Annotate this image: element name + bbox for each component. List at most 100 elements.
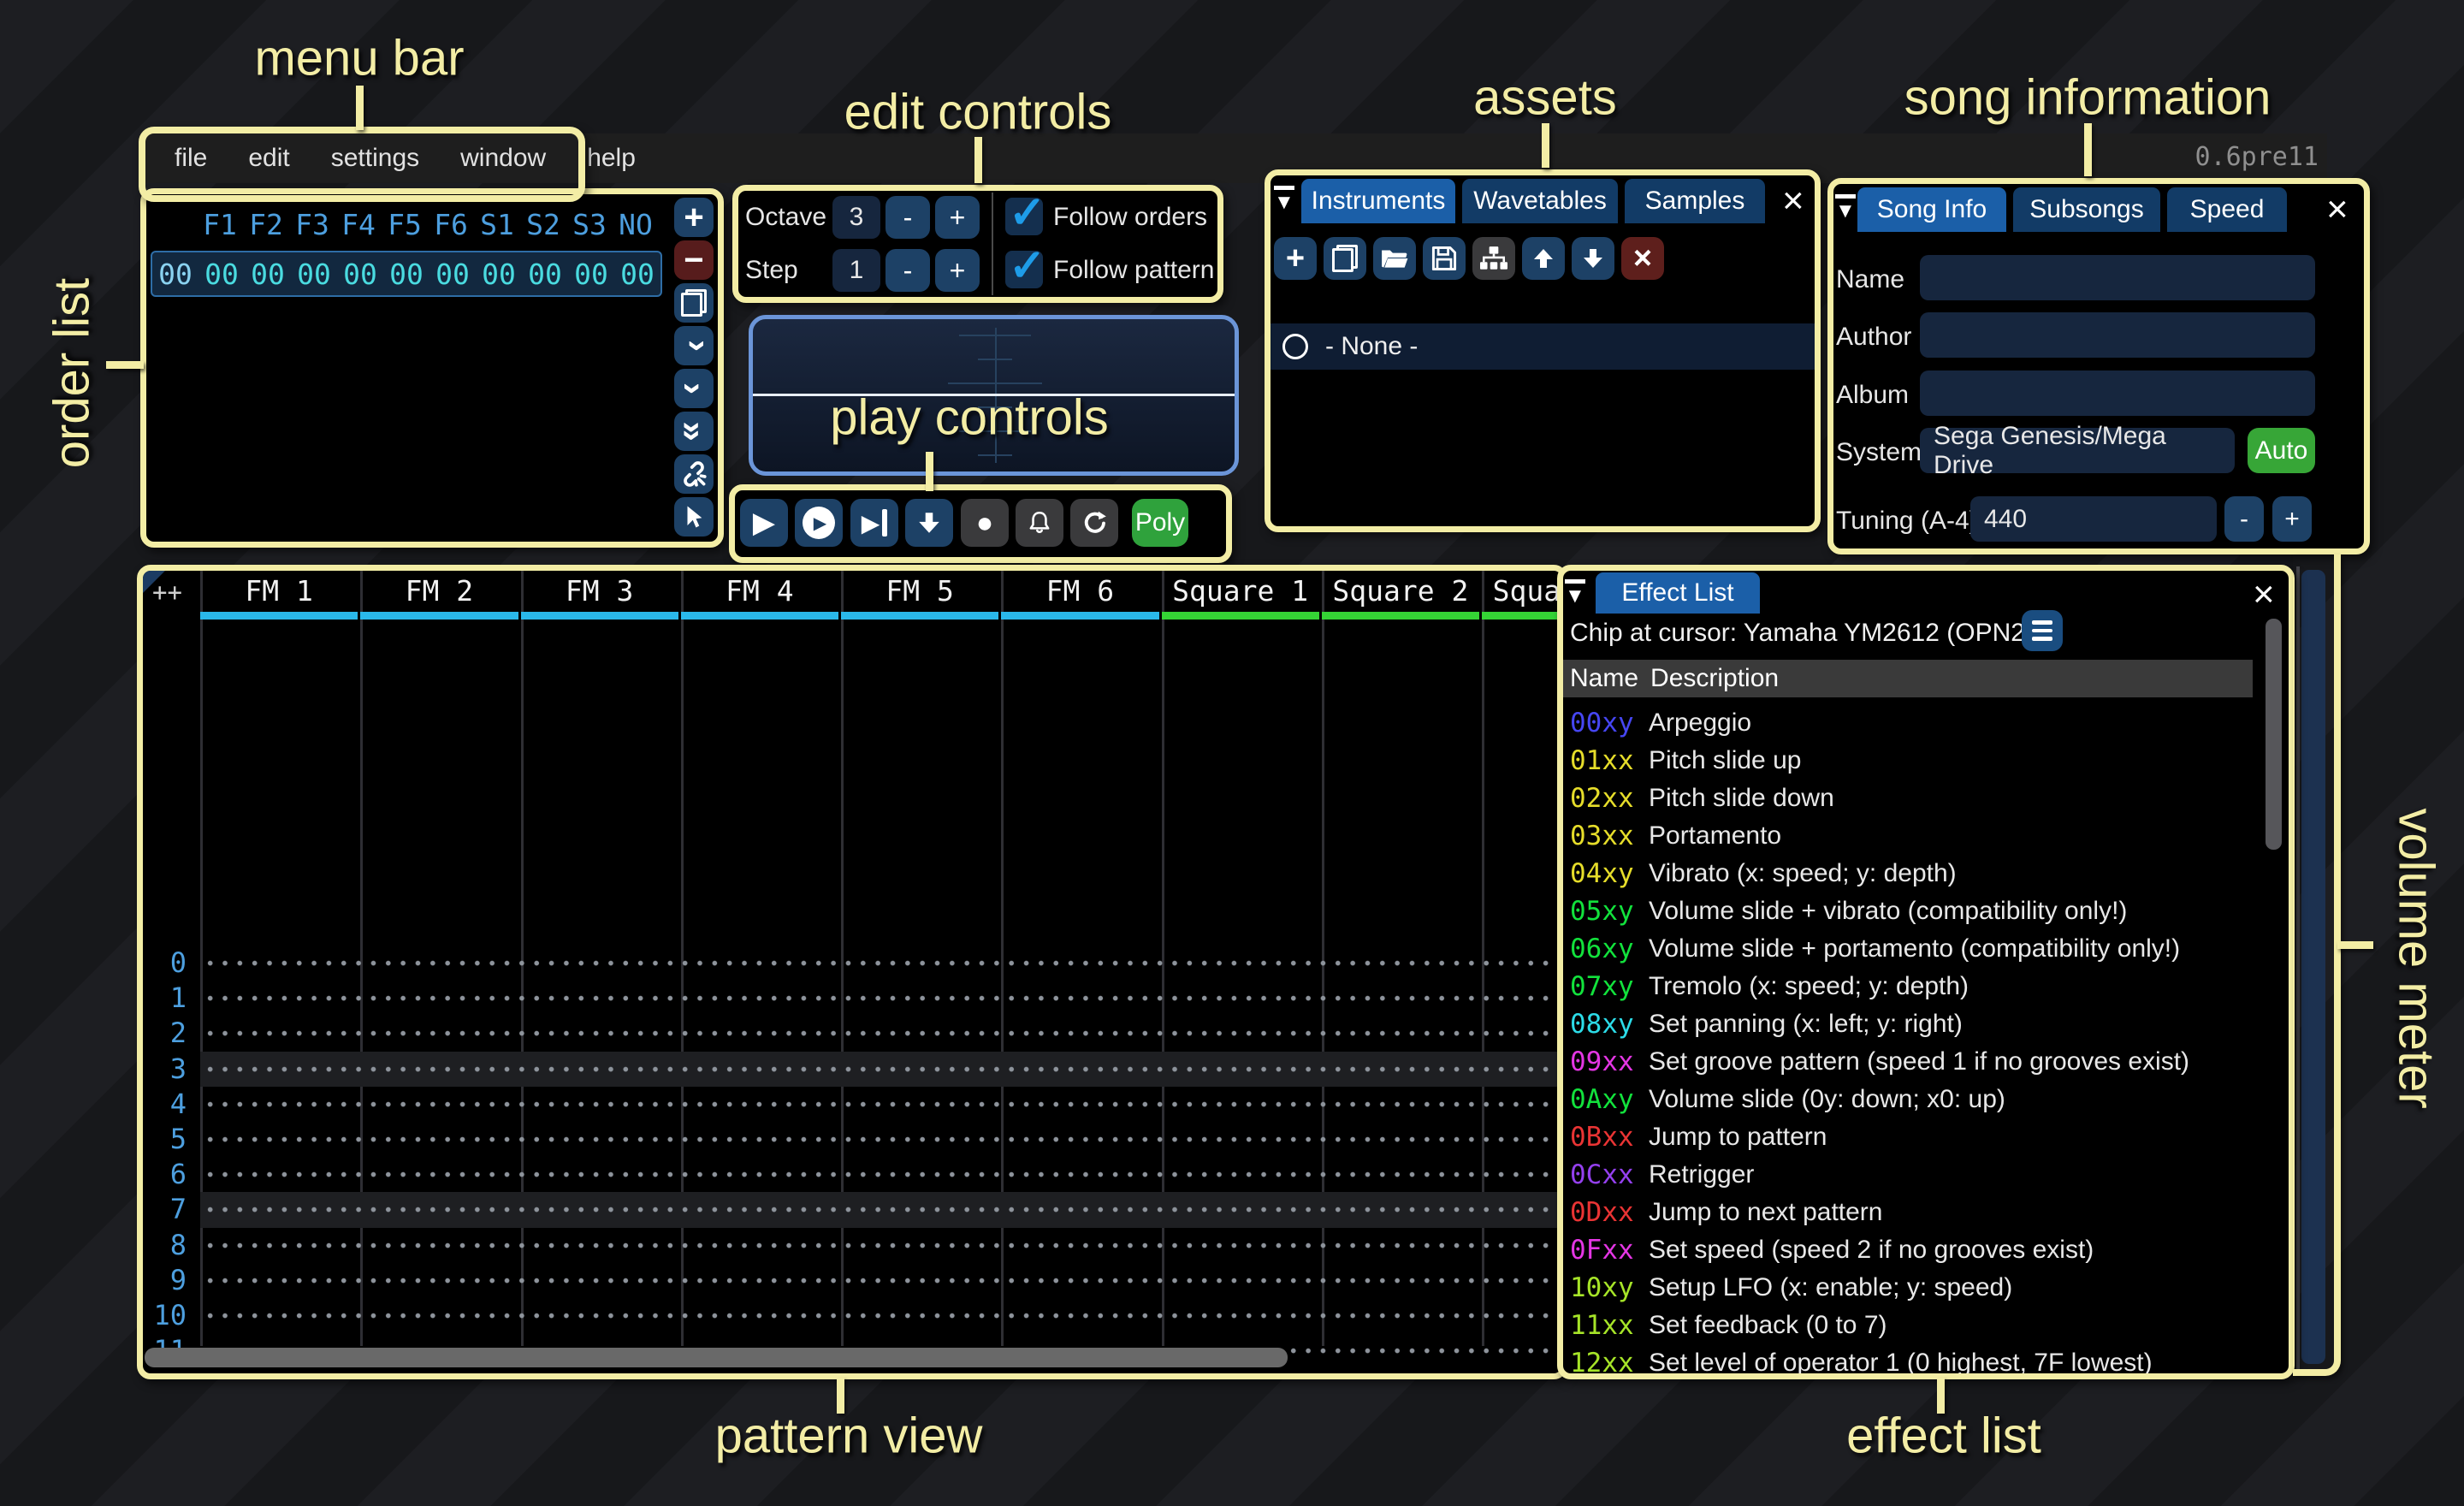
pattern-row[interactable]: 9 bbox=[143, 1263, 1561, 1298]
collapse-icon[interactable]: ▼ bbox=[1565, 579, 1585, 607]
effect-row[interactable]: 12xx Set level of operator 1 (0 highest,… bbox=[1563, 1344, 2253, 1379]
pattern-row-cells[interactable] bbox=[200, 1157, 1561, 1192]
pattern-row-cells[interactable] bbox=[200, 946, 1561, 981]
system-auto-button[interactable]: Auto bbox=[2248, 428, 2315, 473]
asset-duplicate-button[interactable] bbox=[1324, 237, 1366, 280]
pattern-corner-button[interactable]: ++ bbox=[152, 578, 182, 607]
poly-button[interactable]: Poly bbox=[1132, 499, 1188, 547]
follow-orders-label[interactable]: Follow orders bbox=[1053, 203, 1207, 232]
order-cell[interactable]: 00 bbox=[245, 258, 291, 291]
effect-row[interactable]: 0Bxx Jump to pattern bbox=[1563, 1118, 2253, 1156]
menu-item[interactable]: settings bbox=[311, 144, 440, 173]
effect-row[interactable]: 06xy Volume slide + portamento (compatib… bbox=[1563, 930, 2253, 968]
close-icon[interactable]: × bbox=[2253, 576, 2275, 614]
order-cell[interactable]: 00 bbox=[522, 258, 568, 291]
order-cell[interactable]: 00 bbox=[291, 258, 337, 291]
menu-item[interactable]: help bbox=[566, 144, 656, 173]
effect-row[interactable]: 0Fxx Set speed (speed 2 if no grooves ex… bbox=[1563, 1231, 2253, 1269]
pattern-row[interactable]: 0 bbox=[143, 946, 1561, 981]
tab-song-info[interactable]: Song Info bbox=[1857, 187, 2006, 232]
collapse-icon[interactable]: ▼ bbox=[1835, 194, 1856, 222]
order-move-to-bottom-button[interactable]: » bbox=[674, 412, 714, 451]
tab-speed[interactable]: Speed bbox=[2167, 187, 2287, 232]
effect-row[interactable]: 10xy Setup LFO (x: enable; y: speed) bbox=[1563, 1269, 2253, 1307]
effect-row[interactable]: 0Cxx Retrigger bbox=[1563, 1156, 2253, 1194]
tuning-minus-button[interactable]: - bbox=[2224, 496, 2264, 542]
step-down-button[interactable] bbox=[905, 499, 953, 547]
pattern-row-cells[interactable] bbox=[200, 1122, 1561, 1157]
pattern-grid[interactable]: 0 1 2 3 4 5 bbox=[143, 946, 1561, 1373]
collapse-icon[interactable]: ▼ bbox=[1274, 186, 1294, 213]
order-move-down-button[interactable]: › bbox=[674, 369, 714, 408]
order-list-row[interactable]: 00 00000000000000000000 bbox=[151, 251, 662, 297]
follow-pattern-checkbox[interactable]: ✓ bbox=[1005, 251, 1043, 288]
order-duplicate-button[interactable] bbox=[674, 283, 714, 323]
effect-row[interactable]: 05xy Volume slide + vibrato (compatibili… bbox=[1563, 892, 2253, 930]
effect-list-scrollbar[interactable] bbox=[2266, 619, 2282, 850]
pattern-row[interactable]: 7 bbox=[143, 1192, 1561, 1227]
pattern-row-cells[interactable] bbox=[200, 981, 1561, 1016]
order-unlink-button[interactable] bbox=[674, 454, 714, 494]
close-icon[interactable]: × bbox=[2326, 191, 2348, 228]
menu-item[interactable]: file bbox=[154, 144, 228, 173]
order-move-up-button[interactable]: ‹ bbox=[674, 326, 714, 365]
play-one-row-button[interactable]: ▶ bbox=[850, 499, 898, 547]
channel-header[interactable]: Square 3 bbox=[1482, 574, 1567, 620]
octave-plus-button[interactable]: + bbox=[935, 196, 980, 239]
order-cell[interactable]: 00 bbox=[429, 258, 476, 291]
step-minus-button[interactable]: - bbox=[886, 249, 930, 292]
tab-samples[interactable]: Samples bbox=[1625, 179, 1765, 223]
asset-organize-button[interactable] bbox=[1472, 237, 1515, 280]
tuning-field[interactable]: 440 bbox=[1970, 496, 2217, 542]
order-cell[interactable]: 00 bbox=[337, 258, 383, 291]
order-select-button[interactable] bbox=[674, 497, 714, 537]
step-plus-button[interactable]: + bbox=[935, 249, 980, 292]
order-add-button[interactable]: + bbox=[674, 198, 714, 237]
asset-delete-button[interactable]: × bbox=[1621, 237, 1664, 280]
channel-header[interactable]: FM 2 bbox=[360, 574, 520, 620]
pattern-row-cells[interactable] bbox=[200, 1087, 1561, 1122]
pattern-row[interactable]: 2 bbox=[143, 1016, 1561, 1051]
pattern-horizontal-scrollbar[interactable] bbox=[145, 1348, 1288, 1367]
effect-row[interactable]: 02xx Pitch slide down bbox=[1563, 780, 2253, 817]
effect-row[interactable]: 0Axy Volume slide (0y: down; x0: up) bbox=[1563, 1081, 2253, 1118]
effect-row[interactable]: 01xx Pitch slide up bbox=[1563, 742, 2253, 780]
octave-minus-button[interactable]: - bbox=[886, 196, 930, 239]
channel-header[interactable]: FM 4 bbox=[681, 574, 841, 620]
metronome-button[interactable] bbox=[1016, 499, 1063, 547]
pattern-row[interactable]: 4 bbox=[143, 1087, 1561, 1122]
effect-row[interactable]: 08xy Set panning (x: left; y: right) bbox=[1563, 1005, 2253, 1043]
pattern-row-cells[interactable] bbox=[200, 1228, 1561, 1263]
name-field[interactable] bbox=[1920, 255, 2315, 300]
album-field[interactable] bbox=[1920, 371, 2315, 416]
hamburger-menu-button[interactable] bbox=[2022, 610, 2063, 651]
effect-row[interactable]: 0Dxx Jump to next pattern bbox=[1563, 1194, 2253, 1231]
effect-row[interactable]: 11xx Set feedback (0 to 7) bbox=[1563, 1307, 2253, 1344]
author-field[interactable] bbox=[1920, 312, 2315, 358]
step-value-field[interactable]: 1 bbox=[832, 249, 880, 292]
instrument-list-item[interactable]: - None - bbox=[1270, 323, 1815, 370]
asset-save-button[interactable] bbox=[1423, 237, 1466, 280]
pattern-row[interactable]: 8 bbox=[143, 1228, 1561, 1263]
menu-item[interactable]: edit bbox=[228, 144, 310, 173]
follow-orders-checkbox[interactable]: ✓ bbox=[1005, 198, 1043, 235]
tab-subsongs[interactable]: Subsongs bbox=[2013, 187, 2160, 232]
tab-effect-list[interactable]: Effect List bbox=[1596, 572, 1760, 614]
order-cell[interactable]: 00 bbox=[476, 258, 522, 291]
close-icon[interactable]: × bbox=[1782, 182, 1804, 220]
pattern-row[interactable]: 5 bbox=[143, 1122, 1561, 1157]
channel-header[interactable]: FM 3 bbox=[521, 574, 681, 620]
follow-pattern-label[interactable]: Follow pattern bbox=[1053, 256, 1214, 285]
order-cell[interactable]: 00 bbox=[614, 258, 660, 291]
effect-table-header[interactable]: Name Description bbox=[1563, 660, 2253, 697]
pattern-row[interactable]: 3 bbox=[143, 1052, 1561, 1087]
play-pattern-button[interactable]: ▶ bbox=[795, 499, 843, 547]
channel-header[interactable]: Square 1 bbox=[1162, 574, 1322, 620]
tab-wavetables[interactable]: Wavetables bbox=[1462, 179, 1618, 223]
pattern-row[interactable]: 10 bbox=[143, 1298, 1561, 1333]
pattern-row-cells[interactable] bbox=[200, 1016, 1561, 1051]
channel-header[interactable]: FM 6 bbox=[1001, 574, 1161, 620]
octave-value-field[interactable]: 3 bbox=[832, 196, 880, 239]
effect-row[interactable]: 07xy Tremolo (x: speed; y: depth) bbox=[1563, 968, 2253, 1005]
tuning-plus-button[interactable]: + bbox=[2272, 496, 2312, 542]
